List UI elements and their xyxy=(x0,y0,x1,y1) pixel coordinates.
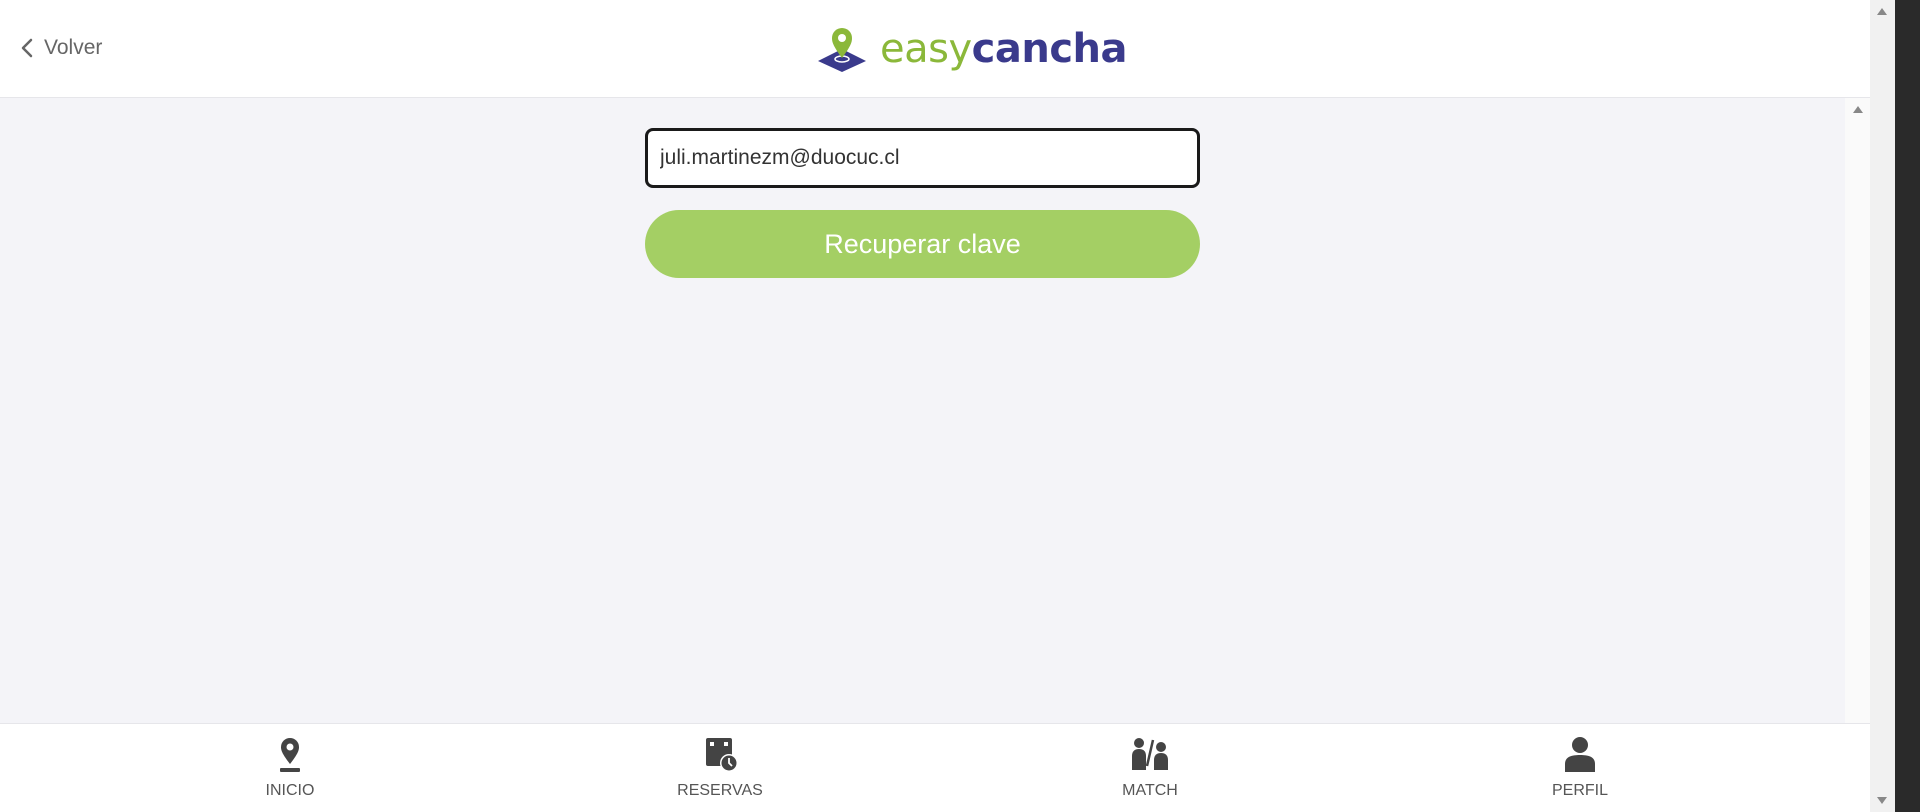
nav-item-reservas[interactable]: RESERVAS xyxy=(650,736,790,800)
scroll-up-arrow-icon[interactable] xyxy=(1853,106,1863,113)
nav-label: MATCH xyxy=(1122,782,1178,799)
user-profile-icon xyxy=(1565,737,1595,772)
chevron-left-icon xyxy=(21,38,33,58)
nav-label: PERFIL xyxy=(1551,782,1608,799)
content-scrollbar[interactable] xyxy=(1845,98,1870,723)
logo-pin-field-icon xyxy=(818,28,866,72)
scroll-up-arrow-icon[interactable] xyxy=(1877,8,1887,15)
logo-wordmark: easycancha xyxy=(880,26,1128,72)
nav-item-inicio[interactable]: INICIO xyxy=(220,736,360,800)
back-label: Volver xyxy=(44,36,103,59)
nav-label: RESERVAS xyxy=(677,782,763,799)
screen-edge xyxy=(1895,0,1920,812)
nav-item-match[interactable]: MATCH xyxy=(1080,736,1220,800)
scroll-down-arrow-icon[interactable] xyxy=(1877,797,1887,804)
recovery-content: Recuperar clave xyxy=(0,98,1845,723)
header: Volver easycancha xyxy=(0,0,1870,98)
window-scrollbar[interactable] xyxy=(1870,0,1895,812)
easycancha-logo: easycancha xyxy=(816,24,1128,74)
calendar-clock-icon xyxy=(706,738,738,772)
bottom-nav: INICIO RESERVAS MATCH PERFIL xyxy=(0,723,1870,812)
nav-label: INICIO xyxy=(265,782,315,799)
location-pin-icon xyxy=(280,738,300,772)
recover-password-button[interactable]: Recuperar clave xyxy=(645,210,1200,278)
back-button[interactable]: Volver xyxy=(20,33,102,63)
email-field[interactable] xyxy=(645,128,1200,188)
nav-item-perfil[interactable]: PERFIL xyxy=(1510,736,1650,800)
players-match-icon xyxy=(1132,738,1168,770)
app-window: Volver easycancha Recuperar clave INICIO xyxy=(0,0,1870,812)
